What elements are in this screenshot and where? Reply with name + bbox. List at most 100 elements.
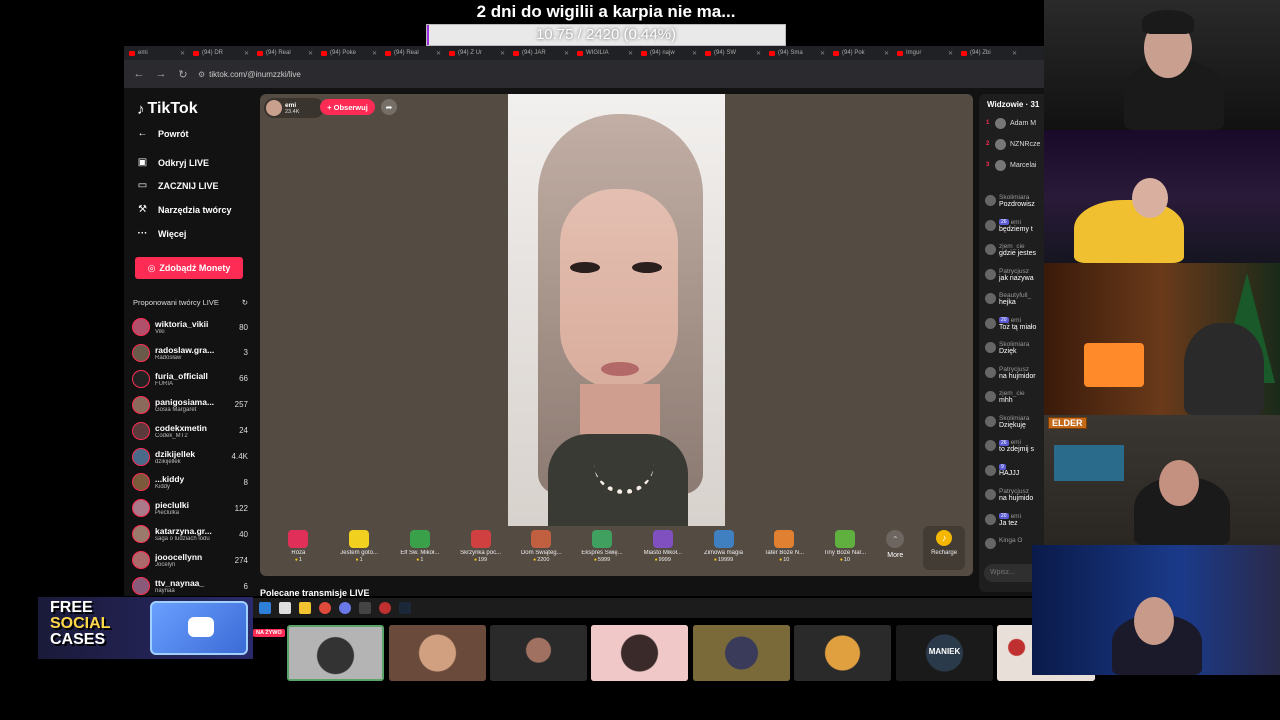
- live-thumbnail[interactable]: [287, 625, 384, 681]
- live-thumbnail[interactable]: [490, 625, 587, 681]
- creator-avatar[interactable]: [132, 577, 150, 595]
- stream-video[interactable]: [508, 94, 725, 526]
- browser-tab[interactable]: (94) najw ✕: [636, 46, 700, 60]
- recharge-button[interactable]: ♪ Recharge: [923, 526, 965, 570]
- browser-tab[interactable]: (94) Sma ✕: [764, 46, 828, 60]
- gift-item[interactable]: Tiny Boże Nar...10: [815, 526, 876, 563]
- live-thumbnail[interactable]: [794, 625, 891, 681]
- live-player[interactable]: emi 23.4K + Obserwuj ➦ Róża1Jestem goto.…: [260, 94, 973, 576]
- creator-avatar[interactable]: [132, 395, 150, 414]
- chat-username[interactable]: Skolimiara: [999, 341, 1029, 348]
- reload-icon[interactable]: ↻: [176, 68, 190, 81]
- steam-icon[interactable]: [399, 602, 411, 614]
- tab-close-icon[interactable]: ✕: [308, 50, 316, 57]
- tab-close-icon[interactable]: ✕: [244, 50, 252, 57]
- chat-username[interactable]: Kinga O: [999, 537, 1023, 544]
- chat-avatar[interactable]: [985, 538, 996, 549]
- creator-avatar[interactable]: [132, 343, 150, 362]
- sidebar-item-3[interactable]: ⚒ Narzędzia twórcy: [136, 204, 232, 215]
- chrome-icon[interactable]: [319, 602, 331, 614]
- sidebar-item-2[interactable]: ▭ ZACZNIJ LIVE: [136, 180, 219, 191]
- suggested-creator[interactable]: codekxmetin Codek_MT2 24: [132, 420, 248, 442]
- chat-username[interactable]: emi: [1011, 439, 1021, 446]
- suggested-creator[interactable]: dzikijellek dzikijellek 4.4K: [132, 446, 248, 468]
- tab-close-icon[interactable]: ✕: [436, 50, 444, 57]
- chat-username[interactable]: emi: [1011, 317, 1021, 324]
- share-icon[interactable]: ➦: [381, 99, 397, 115]
- chat-avatar[interactable]: [985, 440, 996, 451]
- chat-avatar[interactable]: [985, 489, 996, 500]
- chat-username[interactable]: Patrycjusz: [999, 366, 1029, 373]
- chat-avatar[interactable]: [985, 391, 996, 402]
- tab-close-icon[interactable]: ✕: [564, 50, 572, 57]
- creator-avatar[interactable]: [132, 369, 150, 388]
- suggested-creator[interactable]: ttv_naynaa_ naynaa 6: [132, 575, 248, 597]
- task-view-icon[interactable]: [279, 602, 291, 614]
- top-viewer[interactable]: 2 NZNRcze: [986, 137, 1040, 151]
- suggested-creator[interactable]: katarzyna.gr... saga o ludziach lodu 40: [132, 523, 248, 545]
- browser-tab[interactable]: (94) Real ✕: [252, 46, 316, 60]
- chat-username[interactable]: Skolimiara: [999, 415, 1029, 422]
- chat-username[interactable]: Patrycjusz: [999, 268, 1029, 275]
- tab-close-icon[interactable]: ✕: [500, 50, 508, 57]
- tab-close-icon[interactable]: ✕: [372, 50, 380, 57]
- creator-avatar[interactable]: [132, 551, 150, 570]
- tab-close-icon[interactable]: ✕: [820, 50, 828, 57]
- suggested-creator[interactable]: jooocellynn Jocelyn 274: [132, 549, 248, 571]
- follow-button[interactable]: + Obserwuj: [320, 99, 375, 115]
- sidebar-item-4[interactable]: ··· Więcej: [136, 228, 187, 239]
- suggested-creator[interactable]: radoslaw.gra... Radosław 3: [132, 342, 248, 364]
- gift-item[interactable]: Dom Świąteg...2200: [511, 526, 572, 563]
- gift-item[interactable]: Skrzynka poc...199: [450, 526, 511, 563]
- back-icon[interactable]: ←: [132, 68, 146, 80]
- suggested-creator[interactable]: wiktoria_vikii Viki 80: [132, 316, 248, 338]
- chat-username[interactable]: emi: [1011, 513, 1021, 520]
- windows-start-icon[interactable]: [259, 602, 271, 614]
- browser-tab[interactable]: WIGILIA ✕: [572, 46, 636, 60]
- browser-tab[interactable]: (94) Poke ✕: [316, 46, 380, 60]
- browser-tab[interactable]: (94) SW ✕: [700, 46, 764, 60]
- chat-username[interactable]: zjem_cie: [999, 243, 1025, 250]
- chat-username[interactable]: emi: [1011, 219, 1021, 226]
- host-avatar[interactable]: [266, 100, 282, 116]
- creator-avatar[interactable]: [132, 473, 150, 492]
- get-coins-button[interactable]: ◎ Zdobądź Monety: [135, 257, 243, 279]
- browser-tab[interactable]: (94) DR ✕: [188, 46, 252, 60]
- live-thumbnail[interactable]: [591, 625, 688, 681]
- chat-username[interactable]: Patrycjusz: [999, 488, 1029, 495]
- file-explorer-icon[interactable]: [299, 602, 311, 614]
- chat-username[interactable]: zjem_cie: [999, 390, 1025, 397]
- chat-avatar[interactable]: [985, 342, 996, 353]
- url-field[interactable]: ⚙ tiktok.com/@inumzzki/live: [198, 70, 301, 79]
- chat-avatar[interactable]: [985, 317, 996, 329]
- live-thumbnail[interactable]: [389, 625, 486, 681]
- host-badge[interactable]: emi 23.4K: [264, 98, 324, 118]
- gift-item[interactable]: Róża1: [268, 526, 329, 563]
- obs-icon[interactable]: [379, 602, 391, 614]
- browser-tab[interactable]: (94) Real ✕: [380, 46, 444, 60]
- tab-close-icon[interactable]: ✕: [884, 50, 892, 57]
- live-thumbnail[interactable]: MANIEK: [896, 625, 993, 681]
- chat-username[interactable]: Beautyfull_: [999, 292, 1031, 299]
- gift-item[interactable]: Zimowa magia19999: [693, 526, 754, 563]
- viewers-title[interactable]: Widzowie · 31: [987, 100, 1039, 109]
- chat-avatar[interactable]: [985, 244, 996, 255]
- creator-avatar[interactable]: [132, 421, 150, 440]
- tab-close-icon[interactable]: ✕: [180, 50, 188, 57]
- browser-tab[interactable]: emi ✕: [124, 46, 188, 60]
- creator-avatar[interactable]: [132, 447, 150, 466]
- chat-avatar[interactable]: [985, 219, 996, 231]
- xbox-icon[interactable]: [359, 602, 371, 614]
- tab-close-icon[interactable]: ✕: [628, 50, 636, 57]
- forward-icon[interactable]: →: [154, 68, 168, 80]
- chat-avatar[interactable]: [985, 415, 996, 427]
- chat-avatar[interactable]: [985, 293, 996, 304]
- tab-close-icon[interactable]: ✕: [1012, 50, 1020, 57]
- browser-tab[interactable]: (94) Z Ur ✕: [444, 46, 508, 60]
- sidebar-item-0[interactable]: ← Powrót: [136, 128, 189, 139]
- suggested-creator[interactable]: panigosiama... Gosia Margaret 257: [132, 394, 248, 416]
- creator-avatar[interactable]: [132, 525, 150, 544]
- gift-item[interactable]: Elf Św. Mikoł...1: [389, 526, 450, 563]
- gift-item[interactable]: Miasto Mikoł...9999: [632, 526, 693, 563]
- chat-username[interactable]: Skolimiara: [999, 194, 1029, 201]
